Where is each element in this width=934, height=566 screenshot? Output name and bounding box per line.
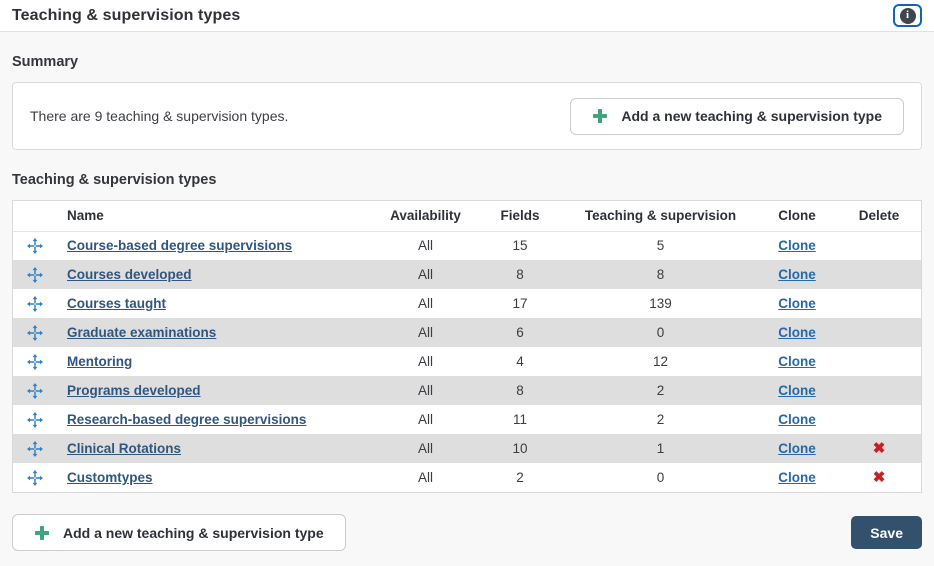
clone-link[interactable]: Clone	[778, 354, 816, 369]
type-name-link[interactable]: Programs developed	[67, 383, 201, 398]
clone-link[interactable]: Clone	[778, 383, 816, 398]
table-row: Courses developed All 8 8 Clone	[13, 260, 921, 289]
table-row: Course-based degree supervisions All 15 …	[13, 231, 921, 260]
summary-text: There are 9 teaching & supervision types…	[30, 108, 289, 124]
move-icon[interactable]	[27, 237, 43, 254]
type-name-link[interactable]: Research-based degree supervisions	[67, 412, 306, 427]
add-type-button-top[interactable]: Add a new teaching & supervision type	[570, 97, 904, 135]
column-header-fields: Fields	[476, 201, 564, 232]
availability-value: All	[417, 470, 433, 485]
clone-link[interactable]: Clone	[778, 412, 816, 427]
summary-heading: Summary	[12, 54, 79, 70]
types-table: Name Availability Fields Teaching & supe…	[13, 201, 921, 492]
main-content: Summary There are 9 teaching & supervisi…	[0, 54, 934, 551]
add-type-button-bottom-label: Add a new teaching & supervision type	[63, 524, 324, 541]
fields-count: 2	[516, 470, 524, 485]
teaching-supervision-count: 139	[649, 296, 672, 311]
table-row: Research-based degree supervisions All 1…	[13, 405, 921, 434]
clone-link[interactable]: Clone	[778, 238, 816, 253]
page-title: Teaching & supervision types	[12, 6, 241, 24]
type-name-link[interactable]: Courses taught	[67, 296, 166, 311]
availability-value: All	[417, 267, 433, 282]
teaching-supervision-count: 1	[656, 441, 665, 456]
summary-card: There are 9 teaching & supervision types…	[12, 82, 922, 150]
availability-value: All	[417, 354, 433, 369]
save-button[interactable]: Save	[851, 516, 922, 549]
fields-count: 17	[512, 296, 528, 311]
move-icon[interactable]	[27, 469, 43, 486]
column-header-teaching-supervision: Teaching & supervision	[564, 201, 757, 232]
clone-link[interactable]: Clone	[778, 441, 816, 456]
table-row: Clinical Rotations All 10 1 Clone ✖	[13, 434, 921, 463]
teaching-supervision-count: 5	[656, 238, 665, 254]
availability-value: All	[417, 412, 433, 427]
delete-button[interactable]: ✖	[873, 441, 886, 456]
column-header-delete: Delete	[837, 201, 921, 232]
teaching-supervision-count: 12	[652, 354, 669, 369]
availability-value: All	[417, 383, 433, 398]
availability-value: All	[417, 325, 433, 340]
fields-count: 10	[512, 441, 528, 456]
type-name-link[interactable]: Customtypes	[67, 470, 153, 485]
availability-value: All	[417, 296, 433, 311]
fields-count: 8	[516, 383, 524, 398]
fields-count: 4	[516, 354, 524, 369]
page-header: Teaching & supervision types i	[0, 0, 934, 32]
move-icon[interactable]	[27, 324, 43, 341]
column-header-name: Name	[57, 201, 375, 232]
plus-icon	[34, 525, 50, 541]
table-row: Graduate examinations All 6 0 Clone	[13, 318, 921, 347]
types-table-container: Name Availability Fields Teaching & supe…	[12, 200, 922, 493]
clone-link[interactable]: Clone	[778, 267, 816, 282]
footer-actions: Add a new teaching & supervision type Sa…	[12, 514, 922, 551]
add-type-button-bottom[interactable]: Add a new teaching & supervision type	[12, 514, 346, 551]
type-name-link[interactable]: Mentoring	[67, 354, 132, 369]
fields-count: 11	[512, 412, 527, 427]
plus-icon	[592, 108, 608, 124]
clone-link[interactable]: Clone	[778, 325, 816, 340]
type-name-link[interactable]: Clinical Rotations	[67, 441, 181, 456]
column-header-clone: Clone	[757, 201, 837, 232]
move-icon[interactable]	[27, 382, 43, 399]
add-type-button-top-label: Add a new teaching & supervision type	[621, 108, 882, 124]
delete-button[interactable]: ✖	[873, 470, 886, 485]
availability-value: All	[417, 441, 433, 456]
move-icon[interactable]	[27, 411, 43, 428]
info-button[interactable]: i	[893, 4, 922, 27]
move-icon[interactable]	[27, 353, 43, 370]
table-row: Mentoring All 4 12 Clone	[13, 347, 921, 376]
fields-count: 8	[516, 267, 524, 282]
table-row: Customtypes All 2 0 Clone ✖	[13, 463, 921, 492]
clone-link[interactable]: Clone	[778, 296, 816, 311]
type-name-link[interactable]: Course-based degree supervisions	[67, 238, 292, 253]
teaching-supervision-count: 0	[656, 325, 665, 340]
type-name-link[interactable]: Courses developed	[67, 267, 192, 282]
move-icon[interactable]	[27, 440, 43, 457]
type-name-link[interactable]: Graduate examinations	[67, 325, 216, 340]
teaching-supervision-count: 2	[656, 383, 665, 398]
teaching-supervision-count: 2	[656, 412, 665, 427]
teaching-supervision-count: 8	[656, 267, 665, 282]
types-table-body: Course-based degree supervisions All 15 …	[13, 231, 921, 492]
table-row: Courses taught All 17 139 Clone	[13, 289, 921, 318]
header-spacer	[13, 201, 57, 232]
move-icon[interactable]	[27, 295, 43, 312]
table-row: Programs developed All 8 2 Clone	[13, 376, 921, 405]
move-icon[interactable]	[27, 266, 43, 283]
fields-count: 6	[516, 325, 524, 340]
types-table-heading: Teaching & supervision types	[12, 172, 217, 188]
clone-link[interactable]: Clone	[778, 470, 816, 485]
teaching-supervision-count: 0	[656, 470, 665, 485]
fields-count: 15	[512, 238, 528, 254]
availability-value: All	[417, 238, 433, 254]
column-header-availability: Availability	[375, 201, 476, 232]
types-table-header: Name Availability Fields Teaching & supe…	[13, 201, 921, 232]
info-icon: i	[899, 7, 916, 24]
